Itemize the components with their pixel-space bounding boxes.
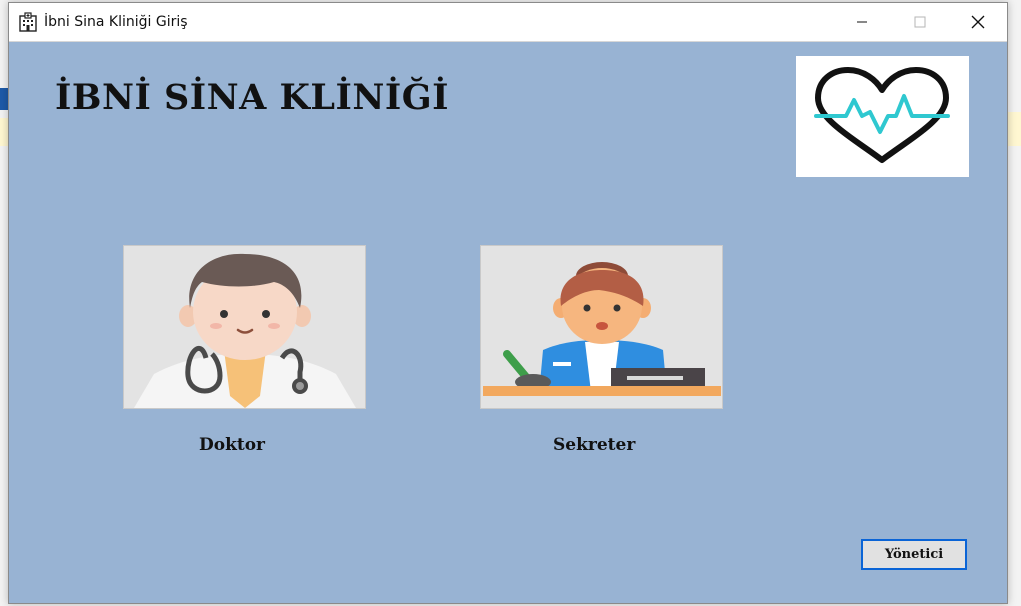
title-bar: İbni Sina Kliniği Giriş <box>9 3 1007 42</box>
doctor-card[interactable] <box>123 245 366 409</box>
close-icon <box>971 15 985 29</box>
clinic-title: İBNİ SİNA KLİNİĞİ <box>55 77 450 118</box>
hospital-icon <box>19 12 37 32</box>
window-title: İbni Sina Kliniği Giriş <box>44 14 188 30</box>
secretary-card[interactable] <box>480 245 723 409</box>
admin-button[interactable]: Yönetici <box>861 539 967 570</box>
background-app-banner <box>0 118 8 146</box>
doctor-avatar <box>124 246 365 408</box>
heart-pulse-icon <box>814 67 950 163</box>
secretary-label: Sekreter <box>553 435 636 455</box>
background-app-strip <box>0 88 8 110</box>
minimize-button[interactable] <box>839 3 885 41</box>
maximize-icon <box>914 16 926 28</box>
maximize-button[interactable] <box>897 3 943 41</box>
minimize-icon <box>857 21 867 23</box>
secretary-avatar <box>481 246 722 408</box>
login-window: İbni Sina Kliniği Giriş İBNİ SİNA KLİNİĞ… <box>8 2 1008 604</box>
close-button[interactable] <box>955 3 1001 41</box>
background-app-banner-right <box>1008 112 1021 146</box>
clinic-logo <box>796 56 969 177</box>
doctor-label: Doktor <box>199 435 266 455</box>
